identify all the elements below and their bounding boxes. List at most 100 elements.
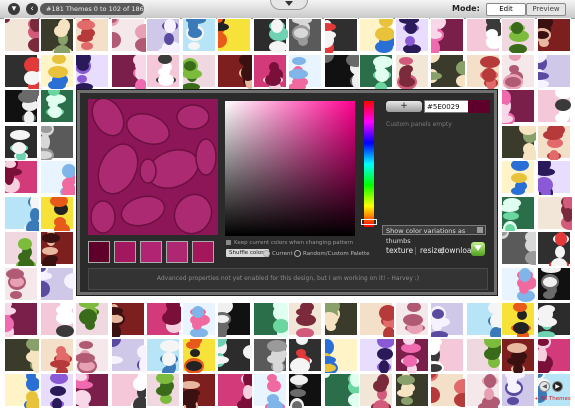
theme-thumbnail[interactable] — [359, 373, 393, 412]
palette-swatch[interactable] — [114, 241, 136, 263]
theme-thumbnail[interactable] — [395, 16, 429, 54]
theme-thumbnail[interactable] — [426, 14, 464, 56]
theme-thumbnail[interactable] — [535, 157, 571, 201]
theme-thumbnail[interactable] — [288, 335, 322, 374]
theme-thumbnail[interactable] — [146, 338, 180, 378]
theme-thumbnail[interactable] — [4, 54, 42, 93]
theme-thumbnail[interactable] — [111, 371, 151, 412]
theme-thumbnail[interactable] — [146, 299, 184, 336]
theme-thumbnail[interactable] — [320, 370, 368, 407]
show-variations-toggle[interactable]: Show color variations as thumbs — [382, 225, 486, 245]
theme-thumbnail[interactable] — [537, 302, 571, 339]
theme-thumbnail[interactable] — [395, 335, 429, 375]
theme-thumbnail[interactable] — [4, 85, 40, 125]
theme-thumbnail[interactable] — [40, 299, 76, 337]
theme-thumbnail[interactable] — [182, 16, 216, 52]
theme-thumbnail[interactable] — [209, 331, 259, 372]
theme-thumbnail[interactable] — [501, 121, 539, 165]
theme-thumbnail[interactable] — [316, 338, 358, 375]
theme-thumbnail[interactable] — [105, 302, 145, 340]
theme-thumbnail[interactable] — [288, 372, 322, 412]
theme-thumbnail[interactable] — [359, 302, 399, 341]
panel-toggle[interactable] — [270, 0, 308, 10]
theme-thumbnail[interactable] — [495, 225, 545, 265]
theme-thumbnail[interactable] — [495, 89, 535, 126]
theme-thumbnail[interactable] — [4, 337, 46, 373]
theme-thumbnail[interactable] — [288, 16, 322, 52]
palette-swatch[interactable] — [192, 241, 214, 263]
theme-thumbnail[interactable] — [40, 18, 74, 59]
hex-color-input[interactable] — [424, 100, 470, 113]
checkbox-icon[interactable] — [477, 227, 483, 233]
theme-thumbnail[interactable] — [40, 195, 74, 237]
theme-thumbnail[interactable] — [0, 296, 38, 340]
preview-mode-button[interactable]: Preview — [526, 3, 566, 16]
theme-thumbnail[interactable] — [395, 302, 429, 336]
theme-thumbnail[interactable] — [4, 194, 44, 236]
theme-thumbnail[interactable] — [501, 267, 537, 302]
theme-thumbnail[interactable] — [253, 373, 287, 412]
theme-thumbnail[interactable] — [424, 367, 474, 407]
resize-link[interactable]: resize — [420, 246, 442, 255]
theme-thumbnail[interactable] — [0, 15, 48, 52]
theme-thumbnail[interactable] — [533, 14, 571, 52]
theme-thumbnail[interactable] — [253, 54, 287, 94]
theme-thumbnail[interactable] — [75, 300, 109, 336]
theme-thumbnail[interactable] — [182, 335, 216, 374]
theme-thumbnail[interactable] — [103, 331, 153, 373]
theme-thumbnail[interactable] — [288, 302, 322, 338]
theme-thumbnail[interactable] — [182, 54, 216, 91]
theme-thumbnail[interactable] — [466, 54, 500, 90]
theme-thumbnail[interactable] — [211, 12, 251, 52]
theme-thumbnail[interactable] — [395, 54, 429, 90]
theme-thumbnail[interactable] — [424, 338, 464, 375]
theme-thumbnail[interactable] — [253, 18, 289, 53]
keep-colors-option[interactable]: Keep current colors when changing patter… — [226, 240, 353, 246]
theme-thumbnail[interactable] — [4, 371, 44, 412]
theme-thumbnail[interactable] — [359, 15, 395, 53]
theme-thumbnail[interactable] — [111, 53, 153, 93]
theme-thumbnail[interactable] — [537, 265, 571, 301]
theme-thumbnail[interactable] — [316, 47, 366, 89]
collapse-icon[interactable]: ▾ — [8, 3, 20, 15]
theme-thumbnail[interactable] — [501, 51, 535, 90]
theme-thumbnail[interactable] — [40, 230, 74, 272]
theme-thumbnail[interactable] — [182, 302, 216, 338]
theme-thumbnail[interactable] — [180, 373, 216, 412]
theme-thumbnail[interactable] — [537, 231, 571, 272]
theme-thumbnail[interactable] — [34, 261, 84, 301]
texture-link[interactable]: texture — [386, 246, 413, 255]
theme-thumbnail[interactable] — [501, 159, 535, 195]
theme-thumbnail[interactable] — [466, 334, 502, 372]
theme-thumbnail[interactable] — [4, 266, 38, 301]
palette-swatch[interactable] — [88, 241, 110, 263]
prev-page-icon[interactable]: ◀ — [539, 381, 550, 392]
radio-random-palette[interactable]: Random/Custom Palette — [294, 250, 370, 257]
theme-thumbnail[interactable] — [105, 12, 155, 52]
theme-thumbnail[interactable] — [430, 302, 464, 339]
theme-thumbnail[interactable] — [531, 335, 571, 375]
radio-icon[interactable] — [294, 250, 301, 257]
theme-thumbnail[interactable] — [146, 54, 180, 88]
theme-thumbnail[interactable] — [501, 18, 535, 54]
theme-thumbnail[interactable] — [501, 338, 535, 375]
theme-thumbnail[interactable] — [359, 54, 393, 94]
theme-thumbnail[interactable] — [395, 372, 429, 407]
theme-thumbnail[interactable] — [34, 122, 74, 162]
theme-thumbnail[interactable] — [146, 18, 180, 57]
theme-thumbnail[interactable] — [288, 54, 322, 91]
theme-thumbnail[interactable] — [318, 18, 358, 56]
theme-thumbnail[interactable] — [40, 86, 74, 123]
palette-swatch[interactable] — [166, 241, 188, 263]
theme-thumbnail[interactable] — [501, 302, 535, 342]
theme-thumbnail[interactable] — [2, 157, 38, 194]
hue-slider-handle[interactable] — [361, 219, 377, 225]
add-color-button[interactable]: + — [386, 101, 422, 112]
download-icon[interactable] — [471, 242, 485, 256]
palette-swatch[interactable] — [140, 241, 162, 263]
theme-thumbnail[interactable] — [146, 372, 180, 407]
theme-thumbnail[interactable] — [537, 194, 575, 230]
theme-thumbnail[interactable] — [217, 53, 259, 89]
radio-icon[interactable] — [263, 250, 270, 257]
theme-thumbnail[interactable] — [501, 371, 535, 407]
